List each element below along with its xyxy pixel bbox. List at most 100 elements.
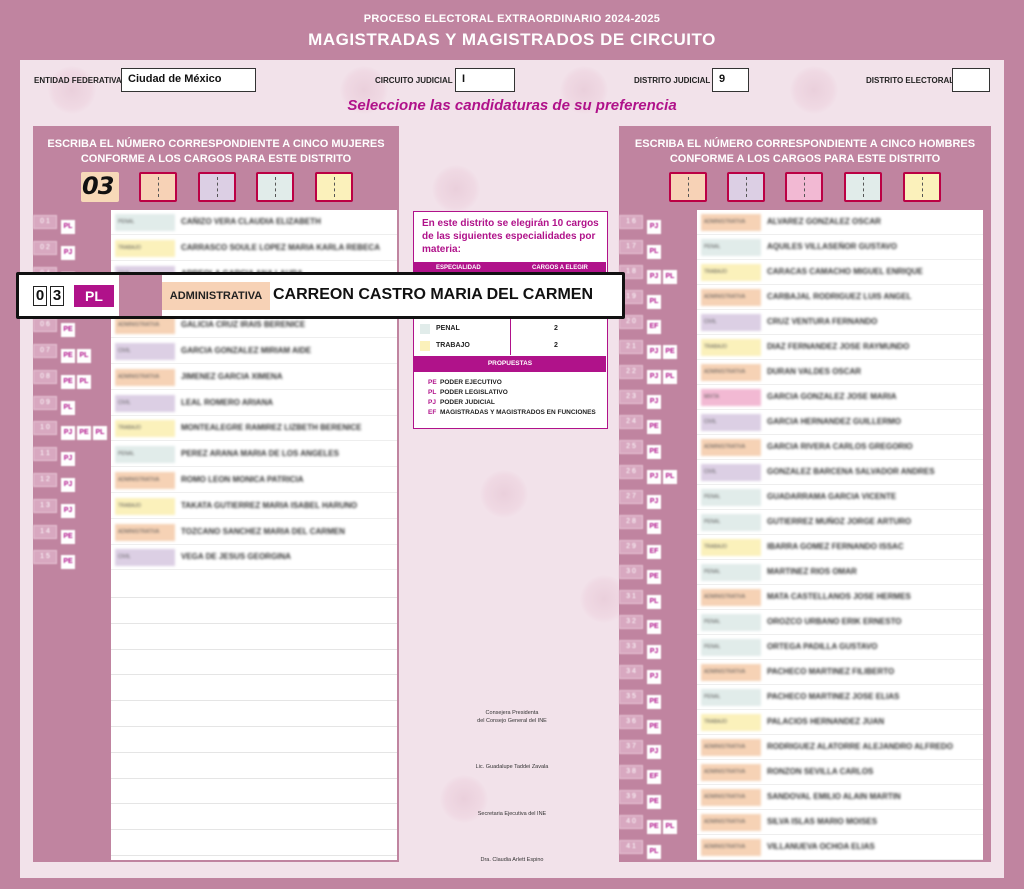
proposal-tag: PL (61, 400, 75, 415)
candidate-row[interactable]: CIVIL VEGA DE JESUS GEORGINA (111, 545, 397, 571)
proposal-tag: PJ (647, 345, 661, 359)
candidate-row[interactable]: CIVIL CRUZ VENTURA FERNANDO (697, 310, 983, 335)
candidate-row[interactable]: ADMINISTRATIVA GARCIA RIVERA CARLOS GREGO… (697, 435, 983, 460)
proposal-tags: PE (647, 515, 663, 534)
candidate-row[interactable]: CIVIL LEAL ROMERO ARIANA (111, 391, 397, 416)
candidate-row[interactable]: ADMINISTRATIVA PACHECO MARTINEZ FILIBERTO (697, 660, 983, 685)
women-panel-title: ESCRIBA EL NÚMERO CORRESPONDIENTE A CINC… (33, 137, 399, 167)
proposal-tag: PJ (61, 503, 75, 518)
candidate-name: CARREON CASTRO MARIA DEL CARMEN (273, 286, 593, 303)
candidate-name: TOZCANO SANCHEZ MARIA DEL CARMEN (181, 526, 345, 536)
candidate-number: 4 1 (619, 840, 643, 854)
specialty-badge: TRABAJO (701, 539, 761, 556)
candidate-row[interactable]: PENAL AQUILES VILLASEÑOR GUSTAVO (697, 235, 983, 260)
blank-line (111, 829, 397, 831)
candidate-row[interactable]: ADMINISTRATIVA ROMO LEON MONICA PATRICIA (111, 468, 397, 493)
highlighted-candidate-row[interactable]: 0 3 PL ADMINISTRATIVA CARREON CASTRO MAR… (16, 272, 625, 319)
candidate-row[interactable]: ADMINISTRATIVA SANDOVAL EMILIO ALAIN MART… (697, 785, 983, 810)
candidate-row[interactable]: TRABAJO MONTEALEGRE RAMIREZ LIZBETH BEREN… (111, 416, 397, 442)
proposal-tags: PL (647, 290, 663, 309)
candidate-row[interactable]: PENAL PACHECO MARTINEZ JOSE ELIAS (697, 685, 983, 710)
candidate-row[interactable]: ADMINISTRATIVA DURAN VALDES OSCAR (697, 360, 983, 385)
blank-line (111, 648, 397, 650)
entidad-field[interactable]: Ciudad de México (121, 68, 256, 92)
candidate-row[interactable]: TRABAJO IBARRA GOMEZ FERNANDO ISSAC (697, 535, 983, 560)
candidate-row[interactable]: PENAL PEREZ ARANA MARIA DE LOS ANGELES (111, 442, 397, 468)
candidate-row[interactable]: ADMINISTRATIVA ALVAREZ GONZALEZ OSCAR (697, 210, 983, 235)
candidate-row[interactable]: ADMINISTRATIVA TOZCANO SANCHEZ MARIA DEL … (111, 520, 397, 545)
candidate-number: 2 3 (619, 390, 643, 404)
write-slot-3[interactable] (198, 172, 236, 202)
candidate-row[interactable]: ADMINISTRATIVA VILLANUEVA OCHOA ELIAS (697, 835, 983, 860)
candidate-name: CAÑIZO VERA CLAUDIA ELIZABETH (181, 217, 321, 226)
proposal-tag: PJ (61, 426, 75, 441)
circuito-label: CIRCUITO JUDICIAL (375, 76, 453, 85)
candidate-name: RONZON SEVILLA CARLOS (767, 767, 874, 776)
write-slot-3[interactable] (785, 172, 823, 202)
proposal-tags: PJ (647, 490, 663, 509)
specialty-badge: ADMINISTRATIVA (701, 664, 761, 681)
candidate-row[interactable]: ADMINISTRATIVA JIMENEZ GARCIA XIMENA (111, 365, 397, 390)
candidate-name: CARBAJAL RODRIGUEZ LUIS ANGEL (767, 292, 912, 301)
candidate-row[interactable]: ADMINISTRATIVA MATA CASTELLANOS JOSE HERM… (697, 585, 983, 610)
candidate-number: 3 0 (619, 565, 643, 579)
specialty-badge: ADMINISTRATIVA (115, 523, 175, 541)
proposal-tags: PJ PL (647, 365, 679, 384)
specialty-badge: PENAL (701, 564, 761, 581)
write-slot-1[interactable] (669, 172, 707, 202)
candidate-name: PACHECO MARTINEZ JOSE ELIAS (767, 692, 900, 701)
candidate-row[interactable]: PENAL GUADARRAMA GARCIA VICENTE (697, 485, 983, 510)
candidate-row[interactable]: TRABAJO CARACAS CAMACHO MIGUEL ENRIQUE (697, 260, 983, 285)
write-slot-4[interactable] (844, 172, 882, 202)
candidate-row[interactable]: CIVIL GONZALEZ BARCENA SALVADOR ANDRES (697, 460, 983, 485)
candidate-row[interactable]: PENAL OROZCO URBANO ERIK ERNESTO (697, 610, 983, 635)
write-slot-5[interactable] (903, 172, 941, 202)
candidate-row[interactable]: TRABAJO TAKATA GUTIERREZ MARIA ISABEL HAR… (111, 494, 397, 519)
write-slot-1[interactable]: 03 (81, 172, 119, 202)
candidate-name: ROMO LEON MONICA PATRICIA (181, 475, 304, 484)
specialty-badge: CIVIL (701, 464, 761, 481)
candidate-row[interactable]: TRABAJO PALACIOS HERNANDEZ JUAN (697, 710, 983, 735)
proposal-legend-item: PL PODER LEGISLATIVO (428, 389, 508, 396)
candidate-row[interactable]: ADMINISTRATIVA CARBAJAL RODRIGUEZ LUIS AN… (697, 285, 983, 310)
specialty-badge: CIVIL (701, 314, 761, 331)
write-slot-5[interactable] (315, 172, 353, 202)
candidate-number: 1 4 (33, 524, 57, 539)
men-write-slots (619, 172, 991, 204)
write-slot-2[interactable] (727, 172, 765, 202)
specialty-badge: CIVIL (115, 549, 175, 567)
president-name: Lic. Guadalupe Taddei Zavala (475, 764, 549, 770)
proposal-tag: PJ (647, 220, 661, 234)
candidate-row[interactable]: ADMINISTRATIVA RONZON SEVILLA CARLOS (697, 760, 983, 785)
write-slot-2[interactable] (139, 172, 177, 202)
candidate-row[interactable]: TRABAJO CARRASCO SOULE LOPEZ MARIA KARLA … (111, 236, 397, 261)
candidate-row[interactable]: MIXTA GARCIA GONZALEZ JOSE MARIA (697, 385, 983, 410)
write-slot-4[interactable] (256, 172, 294, 202)
circuito-field[interactable]: I (455, 68, 515, 92)
candidate-row[interactable]: PENAL GUTIERREZ MUÑOZ JORGE ARTURO (697, 510, 983, 535)
candidate-row[interactable]: ADMINISTRATIVA SILVA ISLAS MARIO MOISES (697, 810, 983, 835)
specialty-badge: MIXTA (701, 389, 761, 406)
distrito-electoral-field[interactable] (952, 68, 990, 92)
candidate-name: AQUILES VILLASEÑOR GUSTAVO (767, 242, 897, 251)
candidate-number: 3 2 (619, 615, 643, 629)
candidate-name: SANDOVAL EMILIO ALAIN MARTIN (767, 792, 901, 801)
proposal-tag: PJ (647, 645, 661, 659)
proposal-tag: PE (647, 420, 661, 434)
proposal-abbr: PJ (428, 399, 436, 406)
specialty-badge: PENAL (115, 214, 175, 231)
proposal-abbr: EF (428, 409, 437, 416)
candidate-row[interactable]: PENAL ORTEGA PADILLA GUSTAVO (697, 635, 983, 660)
candidate-row[interactable]: CIVIL GARCIA HERNANDEZ GUILLERMO (697, 410, 983, 435)
specialty-badge: TRABAJO (115, 497, 175, 515)
ballot-title: MAGISTRADAS Y MAGISTRADOS DE CIRCUITO (308, 30, 716, 49)
candidate-row[interactable]: PENAL CAÑIZO VERA CLAUDIA ELIZABETH (111, 210, 397, 235)
candidate-row[interactable]: ADMINISTRATIVA RODRIGUEZ ALATORRE ALEJAND… (697, 735, 983, 760)
proposal-tags: PJ (647, 640, 663, 659)
candidate-row[interactable]: TRABAJO DIAZ FERNANDEZ JOSE RAYMUNDO (697, 335, 983, 360)
candidate-row[interactable]: PENAL MARTINEZ RIOS OMAR (697, 560, 983, 585)
distrito-judicial-field[interactable]: 9 (712, 68, 749, 92)
proposal-tag: PJ (61, 245, 75, 260)
candidate-row[interactable]: CIVIL GARCIA GONZALEZ MIRIAM AIDE (111, 339, 397, 364)
row-separator-band (119, 275, 162, 316)
